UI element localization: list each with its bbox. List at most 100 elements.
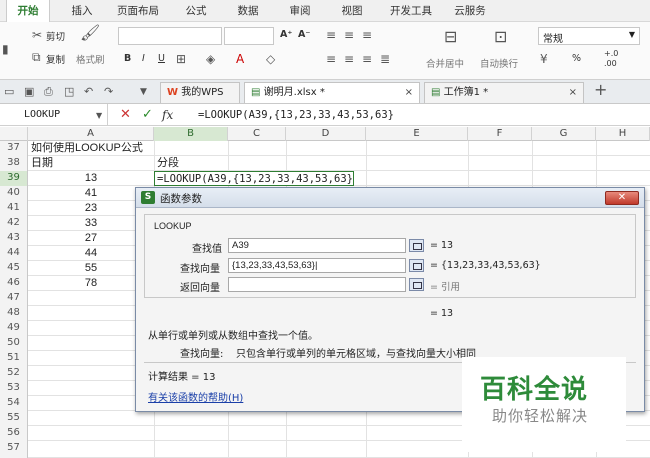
insert-function-button[interactable]: fx xyxy=(162,108,173,122)
paste-icon[interactable]: ▮ xyxy=(2,42,9,56)
font-size-select[interactable] xyxy=(224,27,274,45)
tab-workbook1[interactable]: ▤ 工作簿1 * × xyxy=(424,82,584,103)
bold-button[interactable]: B xyxy=(124,53,131,64)
new-tab-button[interactable]: + xyxy=(594,82,607,98)
row-header[interactable]: 40 xyxy=(0,186,28,201)
row-header[interactable]: 44 xyxy=(0,246,28,261)
close-icon[interactable]: × xyxy=(405,83,413,102)
align-center-icon[interactable]: ≡ xyxy=(344,52,354,66)
cell-b38[interactable]: 分段 xyxy=(157,156,179,171)
chevron-down-icon[interactable]: ▼ xyxy=(96,109,102,123)
row-header[interactable]: 51 xyxy=(0,351,28,366)
cut-button[interactable]: 剪切 xyxy=(46,29,65,43)
print-icon[interactable]: ⎙ xyxy=(44,85,53,99)
copy-icon[interactable]: ⧉ xyxy=(32,50,41,64)
dialog-title-bar[interactable]: S 函数参数 ✕ xyxy=(136,188,644,208)
row-header[interactable]: 39 xyxy=(0,171,28,186)
tab-view[interactable]: 视图 xyxy=(334,0,370,22)
tab-review[interactable]: 审阅 xyxy=(282,0,318,22)
col-header-a[interactable]: A xyxy=(28,127,154,141)
fill-color-icon[interactable]: ◈ xyxy=(206,52,215,66)
row-header[interactable]: 50 xyxy=(0,336,28,351)
row-header[interactable]: 37 xyxy=(0,141,28,156)
merge-center-button[interactable]: 合并居中 xyxy=(426,56,464,70)
col-header-b[interactable]: B xyxy=(154,127,228,141)
font-name-select[interactable] xyxy=(118,27,222,45)
select-all-corner[interactable] xyxy=(0,127,28,141)
col-header-h[interactable]: H xyxy=(596,127,650,141)
col-header-e[interactable]: E xyxy=(366,127,468,141)
wrap-text-button[interactable]: 自动换行 xyxy=(480,56,518,70)
percent-button[interactable]: % xyxy=(572,53,581,64)
wrap-icon[interactable]: ⊡ xyxy=(494,29,507,45)
tab-data[interactable]: 数据 xyxy=(230,0,266,22)
lookup-vector-input[interactable]: {13,23,33,43,53,63}| xyxy=(228,258,406,273)
align-bottom-icon[interactable]: ≡ xyxy=(362,28,372,42)
row-header[interactable]: 48 xyxy=(0,306,28,321)
tab-cloud[interactable]: 云服务 xyxy=(448,0,492,22)
border-icon[interactable]: ⊞ xyxy=(176,52,186,66)
row-header[interactable]: 55 xyxy=(0,411,28,426)
tab-insert[interactable]: 插入 xyxy=(62,0,102,22)
tab-developer[interactable]: 开发工具 xyxy=(384,0,438,22)
range-picker-icon[interactable] xyxy=(409,239,424,252)
col-header-d[interactable]: D xyxy=(286,127,366,141)
tab-formulas[interactable]: 公式 xyxy=(178,0,214,22)
row-header[interactable]: 57 xyxy=(0,441,28,458)
row-header[interactable]: 47 xyxy=(0,291,28,306)
undo-icon[interactable]: ↶ xyxy=(84,85,93,99)
align-left-icon[interactable]: ≡ xyxy=(326,52,336,66)
scissors-icon[interactable]: ✂ xyxy=(32,28,42,42)
font-color-icon[interactable]: A xyxy=(236,52,244,66)
save-icon[interactable]: ▣ xyxy=(24,85,34,99)
cancel-icon[interactable]: ✕ xyxy=(120,108,131,122)
cell-a39[interactable]: 13 xyxy=(28,171,154,186)
formula-input[interactable]: =LOOKUP(A39,{13,23,33,43,53,63} xyxy=(198,104,394,126)
row-header[interactable]: 49 xyxy=(0,321,28,336)
row-header[interactable]: 38 xyxy=(0,156,28,171)
tab-page-layout[interactable]: 页面布局 xyxy=(112,0,164,22)
align-right-icon[interactable]: ≡ xyxy=(362,52,372,66)
close-button[interactable]: ✕ xyxy=(605,191,639,205)
decimal-remove-button[interactable]: .00 xyxy=(604,59,617,68)
col-header-f[interactable]: F xyxy=(468,127,532,141)
currency-icon[interactable]: ¥ xyxy=(540,52,548,66)
cell-a38[interactable]: 日期 xyxy=(31,156,53,171)
justify-icon[interactable]: ≣ xyxy=(380,52,390,66)
format-painter-button[interactable]: 格式刷 xyxy=(76,52,105,66)
brush-icon[interactable]: 🖌 xyxy=(80,25,100,41)
cell-a37[interactable]: 如何使用LOOKUP公式 xyxy=(31,141,143,156)
row-header[interactable]: 46 xyxy=(0,276,28,291)
number-format-select[interactable]: 常规 ▼ xyxy=(538,27,640,45)
close-icon[interactable]: × xyxy=(569,83,577,102)
lookup-value-input[interactable]: A39 xyxy=(228,238,406,253)
confirm-icon[interactable]: ✓ xyxy=(142,108,153,122)
italic-button[interactable]: I xyxy=(142,53,145,64)
align-top-icon[interactable]: ≡ xyxy=(326,28,336,42)
tab-home[interactable]: 开始 xyxy=(6,0,50,22)
underline-button[interactable]: U xyxy=(158,53,165,64)
row-header[interactable]: 41 xyxy=(0,201,28,216)
clear-icon[interactable]: ◇ xyxy=(266,52,275,66)
range-picker-icon[interactable] xyxy=(409,278,424,291)
result-vector-input[interactable] xyxy=(228,277,406,292)
col-header-g[interactable]: G xyxy=(532,127,596,141)
row-header[interactable]: 54 xyxy=(0,396,28,411)
font-shrink-button[interactable]: A⁻ xyxy=(298,29,310,40)
decimal-add-button[interactable]: +.0 xyxy=(604,49,618,58)
cell-b39-active[interactable]: =LOOKUP(A39,{13,23,33,43,53,63} xyxy=(154,171,354,186)
name-box[interactable]: LOOKUP xyxy=(0,104,108,126)
row-header[interactable]: 53 xyxy=(0,381,28,396)
col-header-c[interactable]: C xyxy=(228,127,286,141)
merge-icon[interactable]: ⊟ xyxy=(444,29,457,45)
row-header[interactable]: 42 xyxy=(0,216,28,231)
row-header[interactable]: 52 xyxy=(0,366,28,381)
dropdown-icon[interactable]: ▼ xyxy=(140,85,147,99)
row-header[interactable]: 45 xyxy=(0,261,28,276)
tab-my-wps[interactable]: W 我的WPS xyxy=(160,82,240,103)
redo-icon[interactable]: ↷ xyxy=(104,85,113,99)
copy-button[interactable]: 复制 xyxy=(46,52,65,66)
align-middle-icon[interactable]: ≡ xyxy=(344,28,354,42)
row-header[interactable]: 43 xyxy=(0,231,28,246)
range-picker-icon[interactable] xyxy=(409,259,424,272)
